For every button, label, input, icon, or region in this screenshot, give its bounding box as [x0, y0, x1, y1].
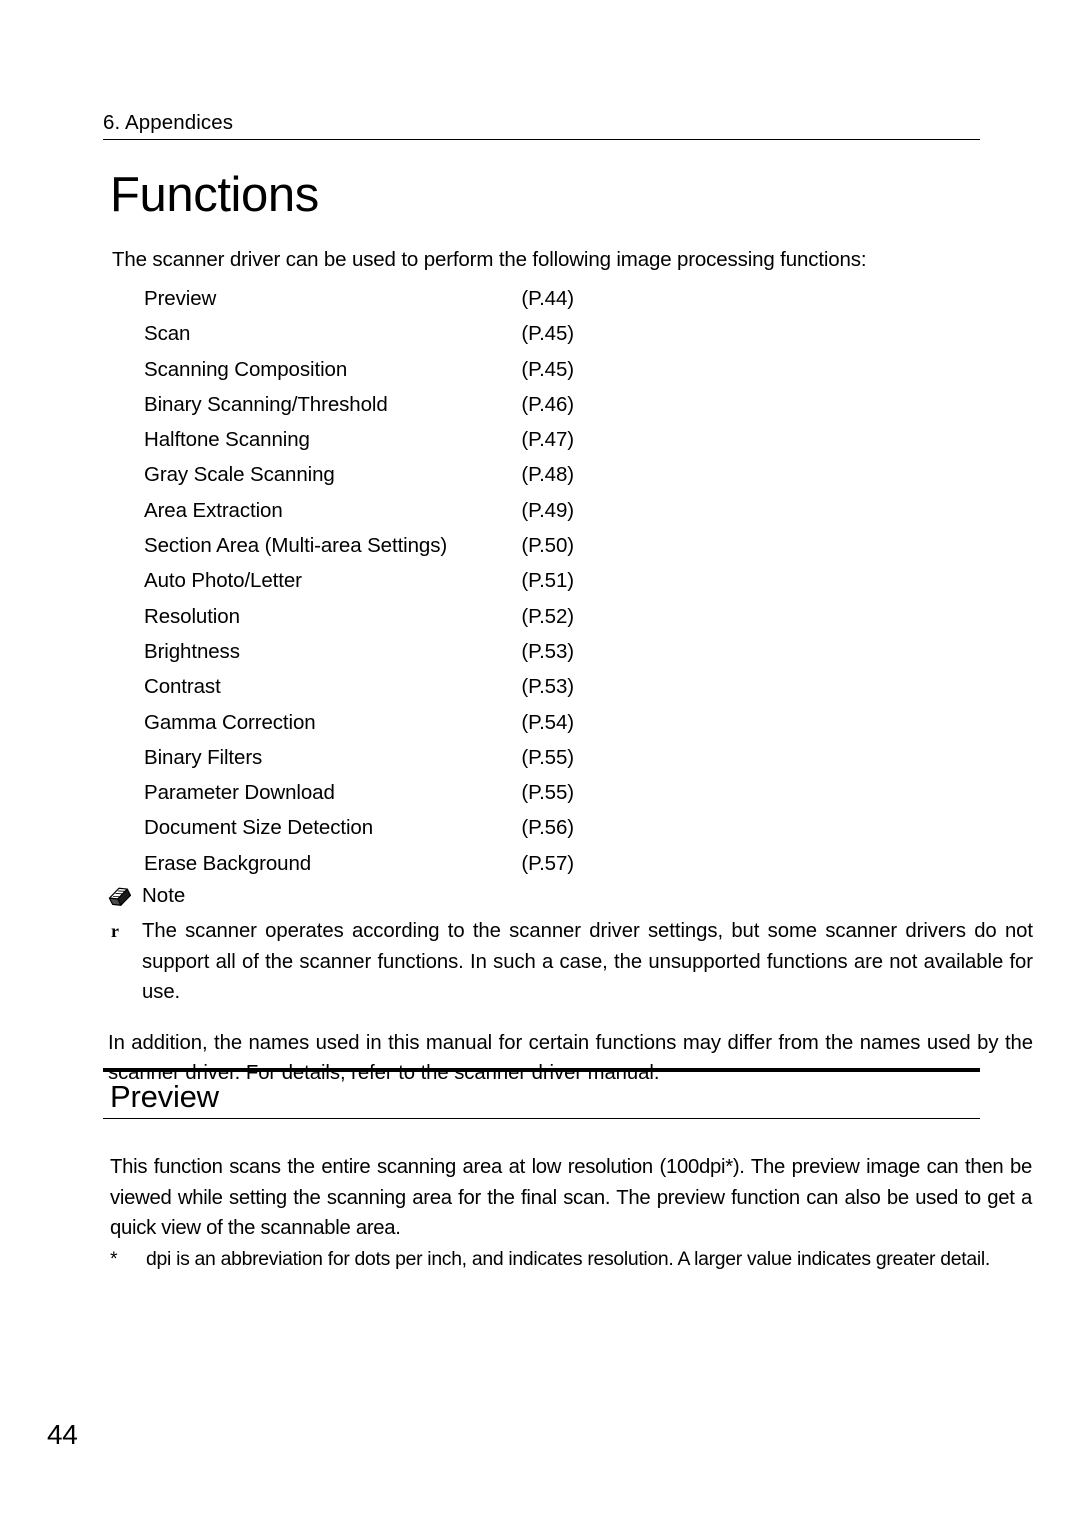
section-heading: Preview	[110, 1079, 219, 1114]
function-name: Section Area (Multi-area Settings)	[144, 534, 448, 558]
function-name: Binary Filters	[144, 745, 263, 769]
pencil-eraser-icon	[108, 887, 132, 906]
section-body: This function scans the entire scanning …	[110, 1152, 1032, 1244]
header-rule	[103, 138, 980, 140]
page-reference: (P.56)	[521, 816, 574, 840]
list-item: Parameter Download (P.55)	[144, 781, 574, 816]
intro-paragraph: The scanner driver can be used to perfor…	[112, 248, 867, 271]
list-item: Halftone Scanning (P.47)	[144, 428, 574, 463]
note-label: Note	[142, 883, 186, 907]
footnote-marker: *	[110, 1248, 118, 1270]
function-name: Brightness	[144, 639, 240, 663]
note-bullet: r	[111, 921, 119, 941]
page-reference: (P.47)	[521, 428, 574, 452]
function-name: Erase Background	[144, 851, 312, 875]
page-reference: (P.55)	[521, 745, 574, 769]
list-item: Gamma Correction (P.54)	[144, 711, 574, 746]
page-reference: (P.48)	[521, 463, 574, 487]
section-heading-block: Preview	[103, 1068, 980, 1119]
function-name: Preview	[144, 287, 217, 310]
function-name: Halftone Scanning	[144, 428, 310, 452]
note-item: r The scanner operates according to the …	[108, 916, 1033, 1008]
page-reference: (P.46)	[521, 392, 574, 416]
list-item: Auto Photo/Letter (P.51)	[144, 569, 574, 604]
page-number: 44	[47, 1419, 78, 1450]
list-item: Gray Scale Scanning (P.48)	[144, 463, 574, 498]
function-name: Scan	[144, 322, 191, 346]
function-name: Area Extraction	[144, 498, 283, 522]
page-reference: (P.53)	[521, 675, 574, 699]
list-item: Scanning Composition (P.45)	[144, 358, 574, 393]
page-reference: (P.45)	[521, 357, 574, 381]
manual-page: 6. Appendices Functions The scanner driv…	[0, 0, 1080, 1529]
list-item: Scan (P.45)	[144, 322, 574, 357]
running-header: 6. Appendices	[103, 111, 980, 140]
list-item: Preview (P.44)	[144, 287, 574, 322]
function-name: Auto Photo/Letter	[144, 569, 302, 593]
function-name: Binary Scanning/Threshold	[144, 392, 388, 416]
note-paragraph-1: The scanner operates according to the sc…	[142, 920, 1033, 1004]
page-reference: (P.44)	[521, 287, 574, 310]
section-rule-bottom	[103, 1118, 980, 1119]
note-callout: Note r The scanner operates according to…	[108, 882, 1033, 1089]
note-header: Note	[108, 882, 1033, 910]
list-item: Area Extraction (P.49)	[144, 499, 574, 534]
list-item: Binary Scanning/Threshold (P.46)	[144, 393, 574, 428]
section-paragraph: This function scans the entire scanning …	[110, 1156, 1032, 1240]
function-name: Contrast	[144, 675, 221, 699]
page-reference: (P.57)	[521, 851, 574, 875]
list-item: Binary Filters (P.55)	[144, 746, 574, 781]
page-reference: (P.45)	[521, 322, 574, 346]
page-reference: (P.52)	[521, 604, 574, 628]
page-title: Functions	[110, 168, 319, 222]
chapter-label: 6. Appendices	[103, 111, 234, 134]
list-item: Resolution (P.52)	[144, 605, 574, 640]
footnote-text: dpi is an abbreviation for dots per inch…	[146, 1245, 1032, 1274]
function-name: Scanning Composition	[144, 357, 348, 381]
function-list: Preview (P.44) Scan (P.45) Scanning Comp…	[144, 287, 574, 887]
page-reference: (P.50)	[521, 534, 574, 558]
function-name: Document Size Detection	[144, 816, 374, 840]
page-reference: (P.54)	[521, 710, 574, 734]
list-item: Section Area (Multi-area Settings) (P.50…	[144, 534, 574, 569]
footnote: * dpi is an abbreviation for dots per in…	[110, 1245, 1032, 1274]
footnote-paragraph: dpi is an abbreviation for dots per inch…	[146, 1248, 990, 1270]
function-name: Gamma Correction	[144, 710, 316, 734]
page-reference: (P.53)	[521, 639, 574, 663]
page-reference: (P.51)	[521, 569, 574, 593]
list-item: Brightness (P.53)	[144, 640, 574, 675]
page-reference: (P.55)	[521, 781, 574, 805]
function-name: Resolution	[144, 604, 240, 628]
function-name: Parameter Download	[144, 781, 335, 805]
list-item: Document Size Detection (P.56)	[144, 816, 574, 851]
page-reference: (P.49)	[521, 498, 574, 522]
function-name: Gray Scale Scanning	[144, 463, 335, 487]
list-item: Contrast (P.53)	[144, 675, 574, 710]
note-body: The scanner operates according to the sc…	[142, 916, 1033, 1008]
